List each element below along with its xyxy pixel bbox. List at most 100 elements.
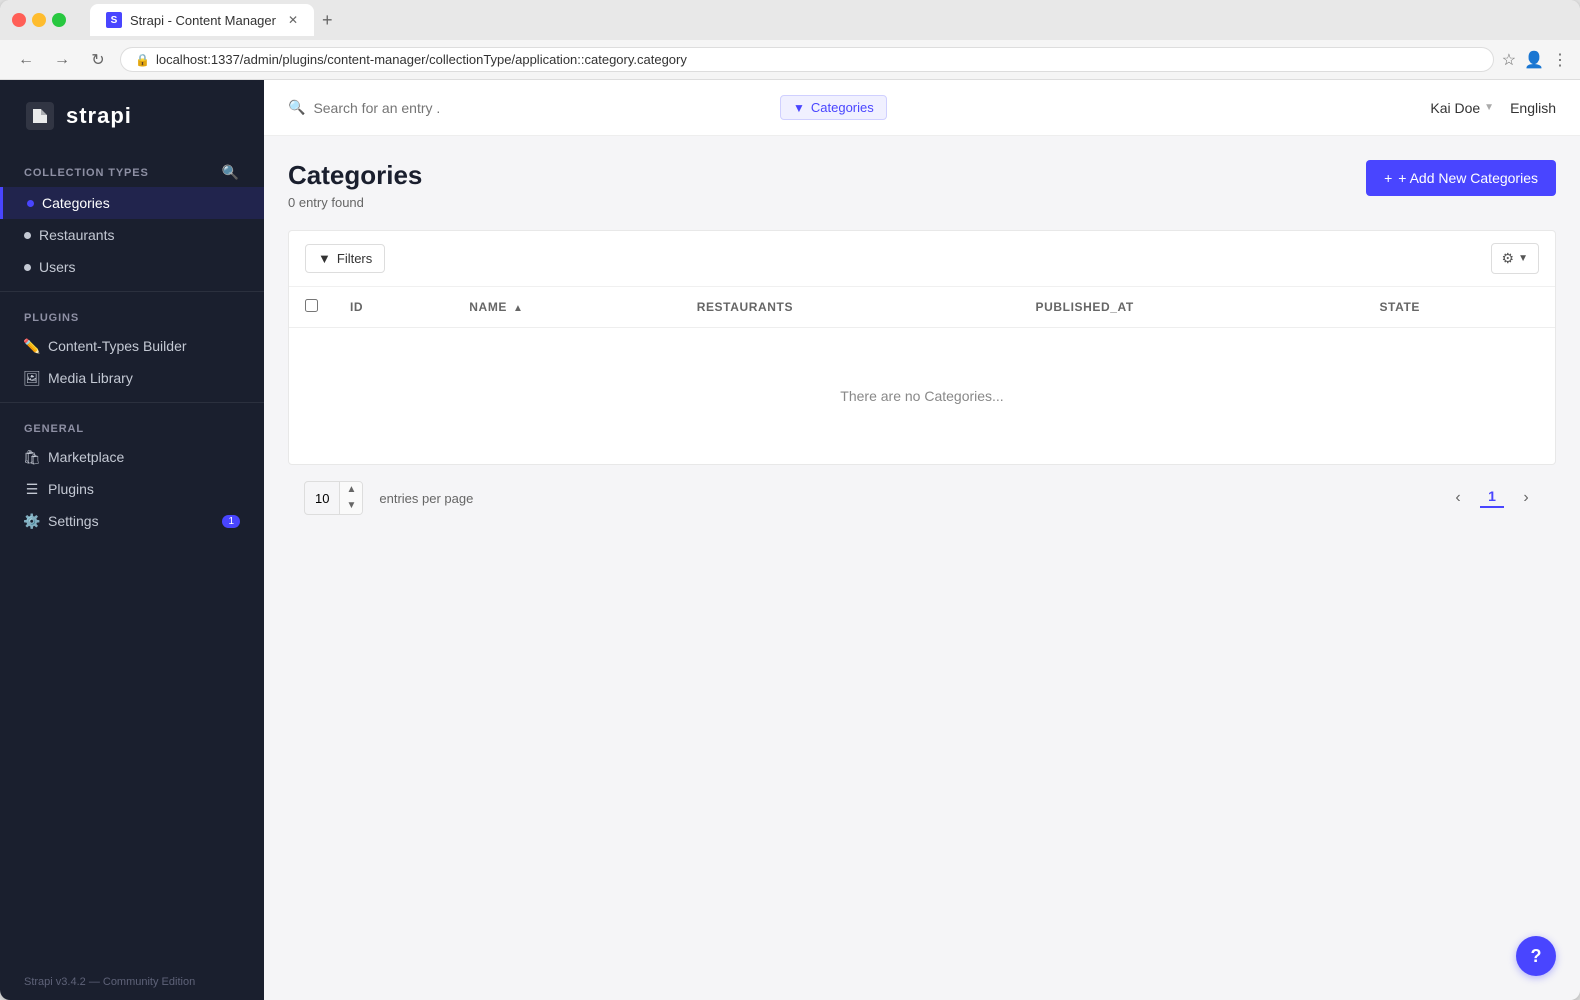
main-content: 🔍 ▼ Categories Kai Doe ▼ English: [264, 80, 1580, 1000]
page-content: Categories 0 entry found + + Add New Cat…: [264, 136, 1580, 1000]
current-page: 1: [1480, 488, 1504, 508]
filter-label: Categories: [811, 100, 874, 115]
pencil-icon: ✏️: [24, 338, 40, 354]
active-tab[interactable]: S Strapi - Content Manager ✕: [90, 4, 314, 36]
sidebar-item-marketplace[interactable]: 🛍 Marketplace: [0, 441, 264, 473]
col-published-at[interactable]: Published_at: [1020, 287, 1364, 328]
gear-icon: ⚙️: [24, 513, 40, 529]
tab-close-btn[interactable]: ✕: [288, 13, 298, 27]
chevron-down-icon: ▼: [1484, 102, 1494, 113]
user-profile-icon[interactable]: 👤: [1524, 50, 1544, 70]
logo-text: strapi: [66, 103, 132, 129]
filters-label: Filters: [337, 251, 372, 266]
address-bar[interactable]: 🔒 localhost:1337/admin/plugins/content-m…: [120, 47, 1494, 72]
url-text: localhost:1337/admin/plugins/content-man…: [156, 52, 687, 67]
sidebar-divider-1: [0, 291, 264, 292]
user-name: Kai Doe: [1430, 100, 1480, 116]
add-new-categories-button[interactable]: + + Add New Categories: [1366, 160, 1556, 196]
browser-toolbar-icons: ☆ 👤 ⋮: [1502, 50, 1568, 70]
filters-button[interactable]: ▼ Filters: [305, 244, 385, 273]
per-page-label: entries per page: [379, 491, 473, 506]
filter-btn-icon: ▼: [318, 251, 331, 266]
col-name[interactable]: Name ▲: [453, 287, 680, 328]
tab-title: Strapi - Content Manager: [130, 13, 276, 28]
sidebar-footer: Strapi v3.4.2 — Community Edition: [0, 964, 264, 1000]
page-title: Categories: [288, 160, 422, 191]
list-icon: ☰: [24, 481, 40, 497]
close-window-btn[interactable]: [12, 13, 26, 27]
users-dot: [24, 264, 31, 271]
collection-types-section-title: COLLECTION TYPES 🔍: [0, 152, 264, 187]
sidebar-item-label: Content-Types Builder: [48, 338, 187, 354]
col-id[interactable]: Id: [334, 287, 453, 328]
minimize-window-btn[interactable]: [32, 13, 46, 27]
window-controls: [12, 13, 66, 27]
per-page-arrows: ▲ ▼: [339, 482, 362, 514]
name-sort-icon: ▲: [513, 303, 524, 314]
sidebar-item-label: Media Library: [48, 370, 133, 386]
general-section-title: GENERAL: [0, 411, 264, 441]
search-container: 🔍: [288, 99, 768, 116]
app-container: strapi COLLECTION TYPES 🔍 Categories Res…: [0, 80, 1580, 1000]
search-input[interactable]: [313, 100, 768, 116]
sidebar-item-label: Users: [39, 259, 76, 275]
bookmark-icon[interactable]: ☆: [1502, 50, 1516, 70]
browser-titlebar: S Strapi - Content Manager ✕ +: [0, 0, 1580, 40]
menu-icon[interactable]: ⋮: [1552, 50, 1568, 70]
sidebar-item-label: Settings: [48, 513, 99, 529]
help-icon: ?: [1531, 946, 1542, 967]
select-all-col: [289, 287, 334, 328]
table-settings-button[interactable]: ⚙ ▼: [1491, 243, 1539, 274]
image-icon: 🖼: [24, 370, 40, 386]
new-tab-btn[interactable]: +: [322, 10, 333, 31]
topbar-right: Kai Doe ▼ English: [1430, 100, 1556, 116]
sidebar-item-restaurants[interactable]: Restaurants: [0, 219, 264, 251]
language-selector[interactable]: English: [1510, 100, 1556, 116]
settings-icon: ⚙: [1502, 250, 1515, 267]
sidebar-item-plugins[interactable]: ☰ Plugins: [0, 473, 264, 505]
sidebar-item-label: Marketplace: [48, 449, 124, 465]
table-settings: ⚙ ▼: [1491, 243, 1539, 274]
forward-btn[interactable]: →: [48, 46, 76, 74]
settings-dropdown-icon: ▼: [1518, 253, 1528, 264]
page-navigation: ‹ 1 ›: [1444, 484, 1540, 512]
sidebar-item-settings[interactable]: ⚙️ Settings 1: [0, 505, 264, 537]
sidebar-item-users[interactable]: Users: [0, 251, 264, 283]
maximize-window-btn[interactable]: [52, 13, 66, 27]
per-page-decrement[interactable]: ▼: [340, 498, 362, 514]
restaurants-dot: [24, 232, 31, 239]
sidebar-item-categories[interactable]: Categories: [0, 187, 264, 219]
per-page-increment[interactable]: ▲: [340, 482, 362, 498]
browser-window: S Strapi - Content Manager ✕ + ← → ↻ 🔒 l…: [0, 0, 1580, 1000]
col-restaurants[interactable]: Restaurants: [681, 287, 1020, 328]
user-dropdown[interactable]: Kai Doe ▼: [1430, 100, 1494, 116]
table-body: There are no Categories...: [289, 328, 1555, 465]
per-page-select[interactable]: 10 ▲ ▼: [304, 481, 363, 515]
sidebar-item-media-library[interactable]: 🖼 Media Library: [0, 362, 264, 394]
select-all-checkbox[interactable]: [305, 299, 318, 312]
page-title-group: Categories 0 entry found: [288, 160, 422, 210]
search-icon: 🔍: [288, 99, 305, 116]
next-page-btn[interactable]: ›: [1512, 484, 1540, 512]
plugins-section-title: PLUGINS: [0, 300, 264, 330]
table-container: ▼ Filters ⚙ ▼: [288, 230, 1556, 465]
sidebar-item-label: Categories: [42, 195, 110, 211]
browser-toolbar: ← → ↻ 🔒 localhost:1337/admin/plugins/con…: [0, 40, 1580, 80]
filter-badge[interactable]: ▼ Categories: [780, 95, 887, 120]
help-button[interactable]: ?: [1516, 936, 1556, 976]
sidebar: strapi COLLECTION TYPES 🔍 Categories Res…: [0, 80, 264, 1000]
add-button-label: + Add New Categories: [1398, 170, 1538, 186]
filter-icon: ▼: [793, 101, 805, 115]
prev-page-btn[interactable]: ‹: [1444, 484, 1472, 512]
empty-state-row: There are no Categories...: [289, 328, 1555, 465]
data-table: Id Name ▲ Restaurants Publ: [289, 287, 1555, 464]
sidebar-item-content-types-builder[interactable]: ✏️ Content-Types Builder: [0, 330, 264, 362]
shop-icon: 🛍: [24, 449, 40, 465]
sidebar-item-label: Restaurants: [39, 227, 114, 243]
col-state[interactable]: State: [1363, 287, 1555, 328]
reload-btn[interactable]: ↻: [84, 46, 112, 74]
back-btn[interactable]: ←: [12, 46, 40, 74]
collection-types-search-icon[interactable]: 🔍: [222, 164, 240, 181]
settings-badge: 1: [222, 515, 240, 528]
per-page-value: 10: [305, 485, 339, 512]
